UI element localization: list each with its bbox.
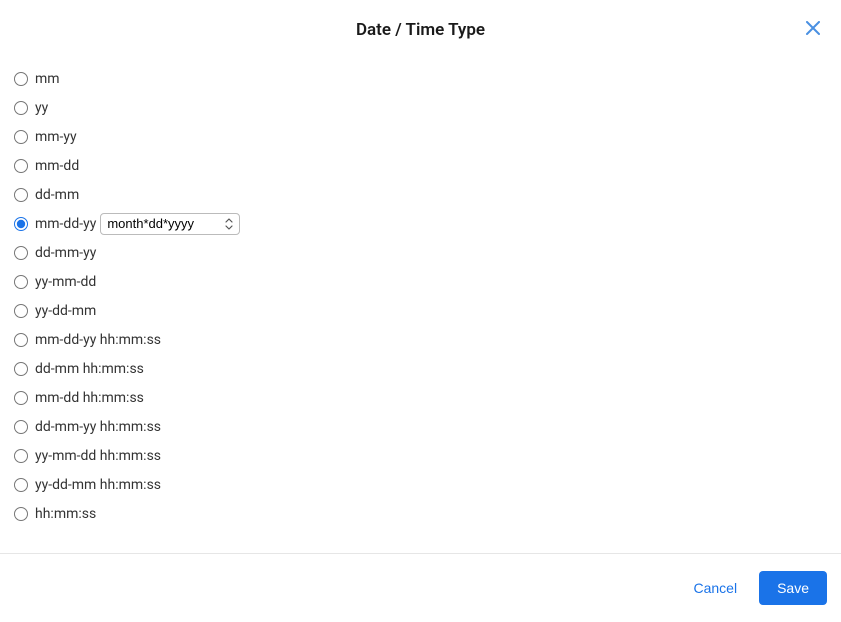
label-mm-dd-yy-hhmmss: mm-dd-yy hh:mm:ss [35, 332, 161, 348]
format-dropdown[interactable]: month*dd*yyyy [100, 213, 240, 235]
save-button[interactable]: Save [759, 571, 827, 605]
option-dd-mm-yy-hhmmss[interactable]: dd-mm-yy hh:mm:ss [14, 412, 827, 441]
radio-yy-mm-dd[interactable] [14, 275, 28, 289]
option-yy-dd-mm-hhmmss[interactable]: yy-dd-mm hh:mm:ss [14, 470, 827, 499]
label-hhmmss: hh:mm:ss [35, 506, 96, 522]
label-mm-dd-hhmmss: mm-dd hh:mm:ss [35, 390, 144, 406]
option-mm[interactable]: mm [14, 64, 827, 93]
radio-mm-dd-yy[interactable] [14, 217, 28, 231]
option-mm-dd[interactable]: mm-dd [14, 151, 827, 180]
option-yy-dd-mm[interactable]: yy-dd-mm [14, 296, 827, 325]
date-time-type-dialog: Date / Time Type mm yy mm-yy mm-dd dd-mm [0, 0, 841, 622]
radio-yy-dd-mm-hhmmss[interactable] [14, 478, 28, 492]
option-mm-yy[interactable]: mm-yy [14, 122, 827, 151]
radio-mm[interactable] [14, 72, 28, 86]
radio-yy-dd-mm[interactable] [14, 304, 28, 318]
options-list: mm yy mm-yy mm-dd dd-mm mm-dd-yy month*d… [0, 64, 841, 553]
radio-yy-mm-dd-hhmmss[interactable] [14, 449, 28, 463]
radio-mm-dd-hhmmss[interactable] [14, 391, 28, 405]
label-mm: mm [35, 71, 60, 87]
radio-dd-mm-yy-hhmmss[interactable] [14, 420, 28, 434]
option-mm-dd-hhmmss[interactable]: mm-dd hh:mm:ss [14, 383, 827, 412]
option-mm-dd-yy-hhmmss[interactable]: mm-dd-yy hh:mm:ss [14, 325, 827, 354]
radio-mm-dd[interactable] [14, 159, 28, 173]
radio-mm-dd-yy-hhmmss[interactable] [14, 333, 28, 347]
label-yy-dd-mm-hhmmss: yy-dd-mm hh:mm:ss [35, 477, 161, 493]
dialog-header: Date / Time Type [0, 0, 841, 64]
radio-mm-yy[interactable] [14, 130, 28, 144]
option-dd-mm-yy[interactable]: dd-mm-yy [14, 238, 827, 267]
option-dd-mm[interactable]: dd-mm [14, 180, 827, 209]
radio-hhmmss[interactable] [14, 507, 28, 521]
option-yy-mm-dd[interactable]: yy-mm-dd [14, 267, 827, 296]
radio-dd-mm-hhmmss[interactable] [14, 362, 28, 376]
radio-yy[interactable] [14, 101, 28, 115]
label-dd-mm-yy-hhmmss: dd-mm-yy hh:mm:ss [35, 419, 161, 435]
close-button[interactable] [803, 18, 823, 38]
label-mm-dd-yy: mm-dd-yy [35, 216, 96, 232]
radio-dd-mm-yy[interactable] [14, 246, 28, 260]
label-dd-mm-yy: dd-mm-yy [35, 245, 96, 261]
dialog-title: Date / Time Type [0, 20, 841, 40]
radio-dd-mm[interactable] [14, 188, 28, 202]
option-hhmmss[interactable]: hh:mm:ss [14, 499, 827, 528]
option-mm-dd-yy[interactable]: mm-dd-yy month*dd*yyyy [14, 209, 827, 238]
option-yy-mm-dd-hhmmss[interactable]: yy-mm-dd hh:mm:ss [14, 441, 827, 470]
label-mm-dd: mm-dd [35, 158, 79, 174]
option-dd-mm-hhmmss[interactable]: dd-mm hh:mm:ss [14, 354, 827, 383]
dialog-footer: Cancel Save [0, 553, 841, 622]
label-dd-mm-hhmmss: dd-mm hh:mm:ss [35, 361, 144, 377]
label-mm-yy: mm-yy [35, 129, 77, 145]
label-dd-mm: dd-mm [35, 187, 79, 203]
label-yy: yy [35, 100, 48, 116]
label-yy-mm-dd-hhmmss: yy-mm-dd hh:mm:ss [35, 448, 161, 464]
cancel-button[interactable]: Cancel [689, 572, 741, 604]
label-yy-mm-dd: yy-mm-dd [35, 274, 96, 290]
label-yy-dd-mm: yy-dd-mm [35, 303, 96, 319]
close-icon [806, 21, 820, 35]
option-yy[interactable]: yy [14, 93, 827, 122]
